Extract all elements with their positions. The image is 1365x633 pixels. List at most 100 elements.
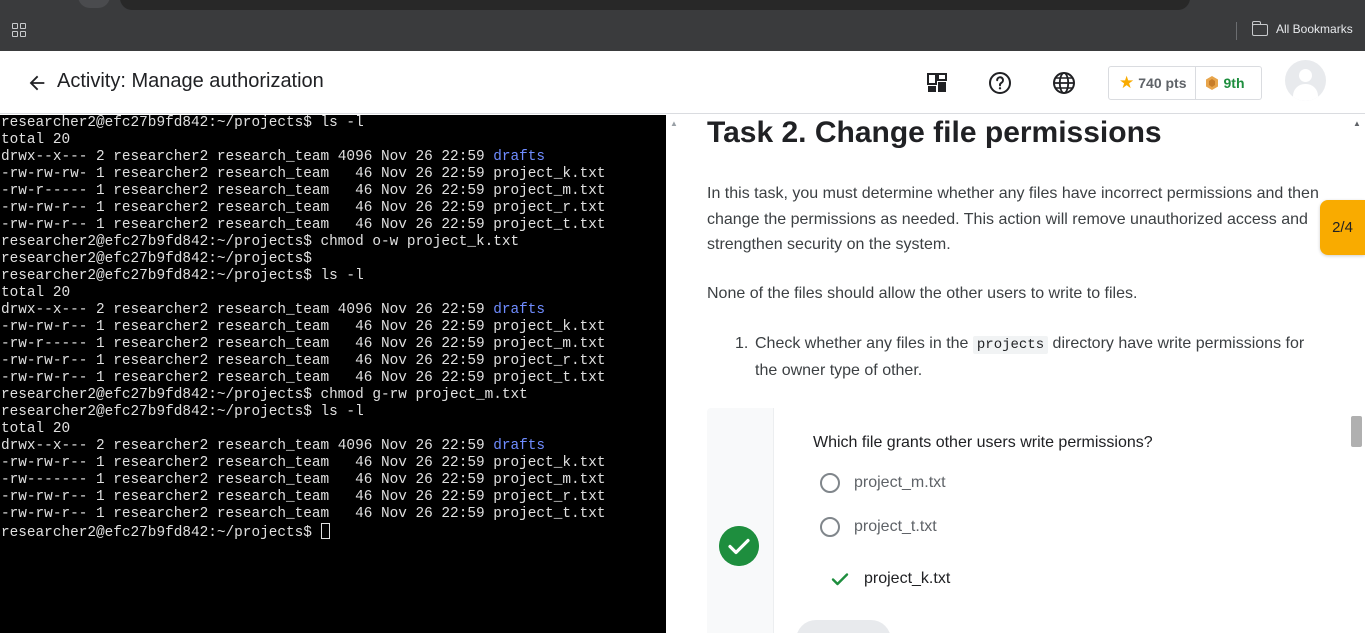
check-circle-icon [719, 526, 759, 566]
quiz-option-label: project_k.txt [864, 570, 951, 587]
globe-icon[interactable] [1052, 71, 1076, 95]
help-circle-icon[interactable] [988, 71, 1012, 95]
quiz-question: Which file grants other users write perm… [813, 434, 1153, 451]
terminal-line: researcher2@efc27b9fd842:~/projects$ ls … [1, 115, 606, 132]
instructions-panel: Task 2. Change file permissions In this … [683, 115, 1348, 633]
terminal-text: drwx--x--- 2 researcher2 research_team 4… [1, 302, 494, 318]
quiz-submit-button[interactable] [796, 620, 891, 633]
terminal-line: -rw-rw-rw- 1 researcher2 research_team 4… [1, 166, 606, 183]
address-bar[interactable] [120, 0, 1190, 10]
terminal-text: total 20 [1, 285, 71, 301]
quiz-option-label: project_m.txt [854, 474, 946, 491]
step-number: 1. [735, 335, 749, 352]
terminal-line: -rw-r----- 1 researcher2 research_team 4… [1, 336, 606, 353]
avatar[interactable] [1285, 60, 1326, 101]
terminal-line: researcher2@efc27b9fd842:~/projects$ ls … [1, 268, 606, 285]
terminal-line: -rw-rw-r-- 1 researcher2 research_team 4… [1, 319, 606, 336]
browser-nav-button[interactable] [78, 0, 110, 8]
all-bookmarks-link[interactable]: All Bookmarks [1276, 22, 1353, 36]
terminal-text: researcher2@efc27b9fd842:~/projects$ [1, 251, 312, 267]
terminal-text: drwx--x--- 2 researcher2 research_team 4… [1, 438, 494, 454]
terminal-text: -rw-rw-r-- 1 researcher2 research_team 4… [1, 370, 606, 386]
radio-button[interactable] [820, 517, 840, 537]
scroll-up-icon[interactable]: ▲ [1353, 119, 1361, 128]
terminal-line: total 20 [1, 421, 606, 438]
terminal-line: researcher2@efc27b9fd842:~/projects$ [1, 251, 606, 268]
terminal-line: researcher2@efc27b9fd842:~/projects$ chm… [1, 234, 606, 251]
terminal-text: -rw-rw-r-- 1 researcher2 research_team 4… [1, 217, 606, 233]
terminal-line: researcher2@efc27b9fd842:~/projects$ chm… [1, 387, 606, 404]
task-title: Task 2. Change file permissions [707, 116, 1162, 149]
app-header: Activity: Manage authorization ★ 740 pts… [0, 51, 1365, 114]
terminal-text: -rw-rw-r-- 1 researcher2 research_team 4… [1, 506, 606, 522]
terminal-line: -rw-rw-r-- 1 researcher2 research_team 4… [1, 200, 606, 217]
terminal-line: researcher2@efc27b9fd842:~/projects$ ls … [1, 404, 606, 421]
terminal-text: -rw-rw-r-- 1 researcher2 research_team 4… [1, 455, 606, 471]
terminal-text: researcher2@efc27b9fd842:~/projects$ ls … [1, 404, 364, 420]
step-text: Check whether any files in the projects … [755, 331, 1325, 384]
terminal-line: -rw-rw-r-- 1 researcher2 research_team 4… [1, 370, 606, 387]
page-title: Activity: Manage authorization [57, 70, 324, 92]
terminal-text: -rw-rw-rw- 1 researcher2 research_team 4… [1, 166, 606, 182]
directory-name: drafts [493, 302, 546, 318]
avatar-body [1293, 84, 1318, 101]
terminal-line: -rw-rw-r-- 1 researcher2 research_team 4… [1, 353, 606, 370]
checkmark-icon [831, 573, 849, 586]
terminal-line: total 20 [1, 132, 606, 149]
rank-value: 9th [1223, 75, 1245, 91]
terminal-text: researcher2@efc27b9fd842:~/projects$ [1, 525, 321, 541]
terminal-text: researcher2@efc27b9fd842:~/projects$ chm… [1, 387, 528, 403]
bookmarks-bar: All Bookmarks [0, 10, 1365, 51]
bookmarks-divider [1236, 22, 1237, 40]
task-progress-tab[interactable]: 2/4 [1320, 200, 1365, 255]
badge-icon [1205, 76, 1218, 90]
terminal-text: -rw-rw-r-- 1 researcher2 research_team 4… [1, 319, 606, 335]
terminal-text: researcher2@efc27b9fd842:~/projects$ ls … [1, 268, 364, 284]
scroll-up-icon[interactable]: ▲ [670, 119, 678, 128]
terminal-line: -rw-rw-r-- 1 researcher2 research_team 4… [1, 489, 606, 506]
terminal-line: drwx--x--- 2 researcher2 research_team 4… [1, 149, 606, 166]
directory-name: drafts [493, 149, 546, 165]
star-icon: ★ [1119, 73, 1135, 92]
task-requirement-paragraph: None of the files should allow the other… [707, 285, 1138, 302]
terminal-output: researcher2@efc27b9fd842:~/projects$ ls … [1, 115, 606, 541]
terminal-text: -rw-r----- 1 researcher2 research_team 4… [1, 183, 606, 199]
terminal-line: -rw-r----- 1 researcher2 research_team 4… [1, 183, 606, 200]
quiz-option[interactable]: project_m.txt [820, 472, 946, 494]
pane-scrollbar[interactable]: ▲ [666, 115, 683, 633]
arrow-left-icon[interactable] [26, 72, 48, 94]
terminal-text: -rw------- 1 researcher2 research_team 4… [1, 472, 606, 488]
terminal-line: drwx--x--- 2 researcher2 research_team 4… [1, 302, 606, 319]
terminal[interactable]: researcher2@efc27b9fd842:~/projects$ ls … [0, 115, 666, 633]
dashboard-icon[interactable] [925, 71, 949, 95]
folder-icon [1251, 21, 1268, 36]
task-intro-paragraph: In this task, you must determine whether… [707, 185, 1319, 254]
terminal-text: total 20 [1, 132, 71, 148]
terminal-text: -rw-r----- 1 researcher2 research_team 4… [1, 336, 606, 352]
page-scrollbar[interactable]: ▲ [1348, 115, 1365, 633]
avatar-head [1299, 69, 1312, 82]
directory-name: drafts [493, 438, 546, 454]
terminal-text: -rw-rw-r-- 1 researcher2 research_team 4… [1, 200, 606, 216]
terminal-cursor [320, 523, 330, 539]
terminal-text: -rw-rw-r-- 1 researcher2 research_team 4… [1, 489, 606, 505]
terminal-line: -rw-rw-r-- 1 researcher2 research_team 4… [1, 217, 606, 234]
terminal-line: drwx--x--- 2 researcher2 research_team 4… [1, 438, 606, 455]
scrollbar-thumb[interactable] [1351, 416, 1362, 447]
quiz-option-correct[interactable]: project_k.txt [820, 568, 950, 590]
points-divider [1194, 66, 1196, 100]
terminal-line: -rw-rw-r-- 1 researcher2 research_team 4… [1, 506, 606, 523]
points-value: 740 pts [1138, 75, 1187, 91]
apps-grid-icon[interactable] [12, 23, 26, 37]
terminal-line: researcher2@efc27b9fd842:~/projects$ [1, 523, 606, 541]
terminal-text: total 20 [1, 421, 71, 437]
quiz-option[interactable]: project_t.txt [820, 516, 937, 538]
quiz-option-label: project_t.txt [854, 518, 937, 535]
terminal-text: researcher2@efc27b9fd842:~/projects$ chm… [1, 234, 520, 250]
browser-tab-strip [0, 0, 1365, 10]
radio-button[interactable] [820, 473, 840, 493]
terminal-text: drwx--x--- 2 researcher2 research_team 4… [1, 149, 494, 165]
points-widget[interactable]: ★ 740 pts 9th [1108, 66, 1262, 100]
terminal-line: -rw------- 1 researcher2 research_team 4… [1, 472, 606, 489]
terminal-text: researcher2@efc27b9fd842:~/projects$ ls … [1, 115, 364, 131]
